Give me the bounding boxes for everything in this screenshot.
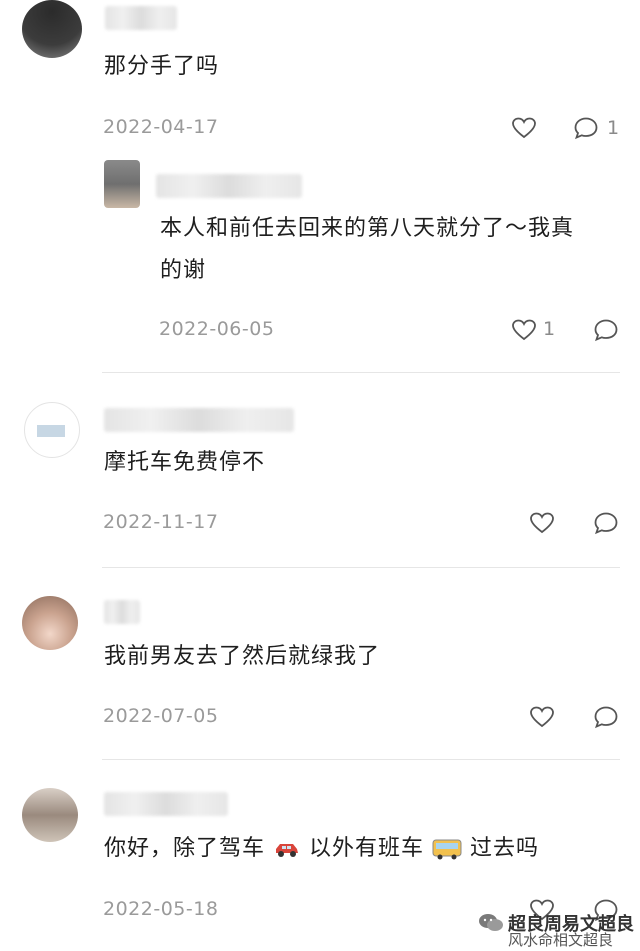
avatar[interactable] xyxy=(22,596,78,650)
comment-date: 2022-07-05 xyxy=(103,705,219,727)
heart-outline-icon[interactable] xyxy=(511,116,537,140)
heart-outline-icon[interactable] xyxy=(511,318,537,342)
comment-date: 2022-05-18 xyxy=(103,898,219,920)
divider xyxy=(102,759,620,760)
username-blurred[interactable] xyxy=(104,408,294,432)
avatar[interactable] xyxy=(22,0,82,58)
speech-bubble-icon[interactable] xyxy=(593,511,619,535)
comment-text: 你好，除了驾车 以外有班车 过去吗 xyxy=(104,832,539,866)
comment-date: 2022-11-17 xyxy=(103,511,219,533)
username-blurred[interactable] xyxy=(105,6,177,30)
heart-outline-icon[interactable] xyxy=(529,511,555,535)
divider xyxy=(102,372,620,373)
heart-outline-icon[interactable] xyxy=(529,705,555,729)
bus-emoji-icon xyxy=(432,839,462,860)
comment-text-line2: 的谢 xyxy=(160,258,207,283)
comment-text-part-2: 以外有班车 xyxy=(309,836,425,861)
wechat-logo-icon xyxy=(479,914,503,931)
comment-text-part-3: 过去吗 xyxy=(470,836,540,861)
comment-date: 2022-06-05 xyxy=(159,318,275,340)
avatar-image xyxy=(37,425,65,437)
speech-bubble-icon[interactable] xyxy=(573,116,599,140)
like-count: 1 xyxy=(543,318,556,340)
comment-date: 2022-04-17 xyxy=(103,116,219,138)
username-blurred[interactable] xyxy=(104,792,228,816)
avatar[interactable] xyxy=(104,160,140,208)
comment-text: 那分手了吗 xyxy=(104,54,220,79)
avatar[interactable] xyxy=(22,788,78,842)
comment-text: 摩托车免费停不 xyxy=(104,450,266,475)
username-blurred[interactable] xyxy=(104,600,140,624)
reply-count: 1 xyxy=(607,117,620,139)
username-blurred[interactable] xyxy=(156,174,302,198)
car-emoji-icon xyxy=(276,844,299,857)
comment-text-part-1: 你好，除了驾车 xyxy=(104,836,266,861)
comment-text: 本人和前任去回来的第八天就分了～我真 xyxy=(160,216,575,241)
comment-text: 我前男友去了然后就绿我了 xyxy=(104,644,381,669)
speech-bubble-icon[interactable] xyxy=(593,705,619,729)
divider xyxy=(102,567,620,568)
watermark-line2: 风水命相文超良 xyxy=(508,931,614,949)
avatar[interactable] xyxy=(24,402,80,458)
speech-bubble-icon[interactable] xyxy=(593,318,619,342)
